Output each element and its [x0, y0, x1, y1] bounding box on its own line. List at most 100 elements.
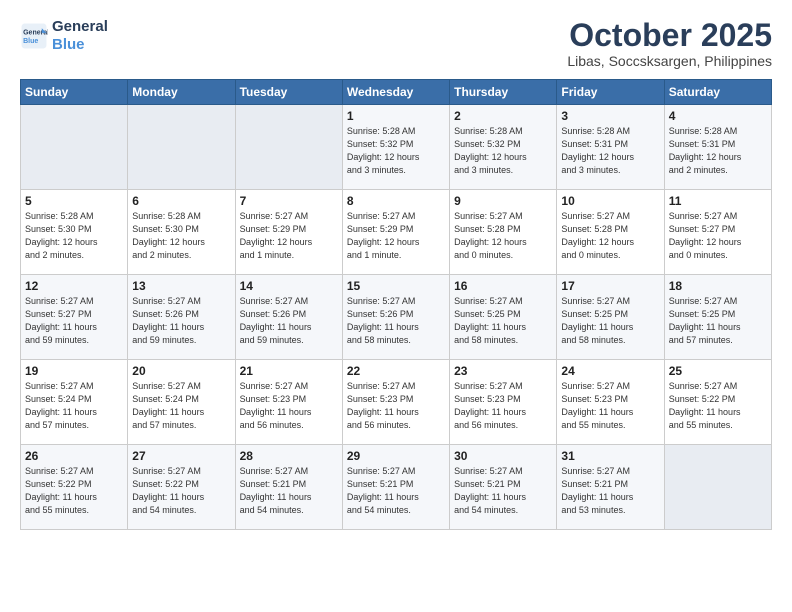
- day-number: 1: [347, 109, 445, 123]
- header-row: SundayMondayTuesdayWednesdayThursdayFrid…: [21, 80, 772, 105]
- calendar-cell: 4Sunrise: 5:28 AM Sunset: 5:31 PM Daylig…: [664, 105, 771, 190]
- day-number: 17: [561, 279, 659, 293]
- day-number: 3: [561, 109, 659, 123]
- header-cell-saturday: Saturday: [664, 80, 771, 105]
- day-number: 23: [454, 364, 552, 378]
- calendar-cell: 30Sunrise: 5:27 AM Sunset: 5:21 PM Dayli…: [450, 445, 557, 530]
- cell-info: Sunrise: 5:27 AM Sunset: 5:21 PM Dayligh…: [240, 465, 338, 517]
- header-cell-friday: Friday: [557, 80, 664, 105]
- svg-text:General: General: [23, 29, 48, 36]
- cell-info: Sunrise: 5:28 AM Sunset: 5:31 PM Dayligh…: [561, 125, 659, 177]
- calendar-cell: 18 Sunrise: 5:27 AM Sunset: 5:25 PM Dayli…: [664, 275, 771, 360]
- cell-info: Sunrise: 5:27 AM Sunset: 5:27 PM Dayligh…: [25, 295, 123, 347]
- location: Libas, Soccsksargen, Philippines: [567, 53, 772, 69]
- day-number: 28: [240, 449, 338, 463]
- cell-info: Sunrise: 5:27 AM Sunset: 5:29 PM Dayligh…: [240, 210, 338, 262]
- cell-info: Sunrise: 5:27 AM Sunset: 5:24 PM Dayligh…: [25, 380, 123, 432]
- day-number: 2: [454, 109, 552, 123]
- calendar-cell: 26 Sunrise: 5:27 AM Sunset: 5:22 PM Dayli…: [21, 445, 128, 530]
- day-number: 18: [669, 279, 767, 293]
- cell-info: Sunrise: 5:27 AM Sunset: 5:26 PM Dayligh…: [240, 295, 338, 347]
- cell-info: Sunrise: 5:27 AM Sunset: 5:23 PM Dayligh…: [240, 380, 338, 432]
- calendar-cell: 8 Sunrise: 5:27 AM Sunset: 5:29 PM Daylig…: [342, 190, 449, 275]
- day-number: 24: [561, 364, 659, 378]
- day-number: 12: [25, 279, 123, 293]
- header-cell-sunday: Sunday: [21, 80, 128, 105]
- day-number: 22: [347, 364, 445, 378]
- day-number: 14: [240, 279, 338, 293]
- week-row-0: 1 Sunrise: 5:28 AM Sunset: 5:32 PM Daylig…: [21, 105, 772, 190]
- cell-info: Sunrise: 5:28 AM Sunset: 5:30 PM Dayligh…: [25, 210, 123, 262]
- title-area: October 2025 Libas, Soccsksargen, Philip…: [567, 18, 772, 69]
- cell-info: Sunrise: 5:27 AM Sunset: 5:28 PM Dayligh…: [561, 210, 659, 262]
- calendar-cell: 25Sunrise: 5:27 AM Sunset: 5:22 PM Dayli…: [664, 360, 771, 445]
- cell-info: Sunrise: 5:27 AM Sunset: 5:27 PM Dayligh…: [669, 210, 767, 262]
- calendar-cell: 21Sunrise: 5:27 AM Sunset: 5:23 PM Dayli…: [235, 360, 342, 445]
- calendar-cell: 19 Sunrise: 5:27 AM Sunset: 5:24 PM Dayli…: [21, 360, 128, 445]
- week-row-4: 26 Sunrise: 5:27 AM Sunset: 5:22 PM Dayli…: [21, 445, 772, 530]
- calendar-cell: 15Sunrise: 5:27 AM Sunset: 5:26 PM Dayli…: [342, 275, 449, 360]
- header-cell-thursday: Thursday: [450, 80, 557, 105]
- calendar-cell: 23Sunrise: 5:27 AM Sunset: 5:23 PM Dayli…: [450, 360, 557, 445]
- week-row-2: 12 Sunrise: 5:27 AM Sunset: 5:27 PM Dayli…: [21, 275, 772, 360]
- cell-info: Sunrise: 5:28 AM Sunset: 5:32 PM Dayligh…: [454, 125, 552, 177]
- cell-info: Sunrise: 5:27 AM Sunset: 5:25 PM Dayligh…: [454, 295, 552, 347]
- day-number: 5: [25, 194, 123, 208]
- calendar-cell: 16 Sunrise: 5:27 AM Sunset: 5:25 PM Dayli…: [450, 275, 557, 360]
- calendar-cell: 6 Sunrise: 5:28 AM Sunset: 5:30 PM Daylig…: [128, 190, 235, 275]
- week-row-3: 19 Sunrise: 5:27 AM Sunset: 5:24 PM Dayli…: [21, 360, 772, 445]
- cell-info: Sunrise: 5:27 AM Sunset: 5:29 PM Dayligh…: [347, 210, 445, 262]
- calendar-cell: 1 Sunrise: 5:28 AM Sunset: 5:32 PM Daylig…: [342, 105, 449, 190]
- cell-info: Sunrise: 5:27 AM Sunset: 5:22 PM Dayligh…: [669, 380, 767, 432]
- day-number: 11: [669, 194, 767, 208]
- header-cell-wednesday: Wednesday: [342, 80, 449, 105]
- calendar-cell: 2 Sunrise: 5:28 AM Sunset: 5:32 PM Daylig…: [450, 105, 557, 190]
- day-number: 6: [132, 194, 230, 208]
- calendar-cell: 5 Sunrise: 5:28 AM Sunset: 5:30 PM Daylig…: [21, 190, 128, 275]
- logo-line2: Blue: [52, 36, 85, 53]
- logo-text: General Blue: [52, 18, 108, 54]
- day-number: 19: [25, 364, 123, 378]
- calendar-cell: 20Sunrise: 5:27 AM Sunset: 5:24 PM Dayli…: [128, 360, 235, 445]
- day-number: 31: [561, 449, 659, 463]
- month-title: October 2025: [567, 18, 772, 53]
- calendar-cell: 29Sunrise: 5:27 AM Sunset: 5:21 PM Dayli…: [342, 445, 449, 530]
- cell-info: Sunrise: 5:27 AM Sunset: 5:26 PM Dayligh…: [132, 295, 230, 347]
- day-number: 20: [132, 364, 230, 378]
- day-number: 26: [25, 449, 123, 463]
- calendar-cell: [664, 445, 771, 530]
- week-row-1: 5 Sunrise: 5:28 AM Sunset: 5:30 PM Daylig…: [21, 190, 772, 275]
- header-cell-monday: Monday: [128, 80, 235, 105]
- cell-info: Sunrise: 5:27 AM Sunset: 5:23 PM Dayligh…: [347, 380, 445, 432]
- header: General Blue General Blue October 2025 L…: [20, 18, 772, 69]
- calendar-cell: 22 Sunrise: 5:27 AM Sunset: 5:23 PM Dayli…: [342, 360, 449, 445]
- calendar-cell: 3 Sunrise: 5:28 AM Sunset: 5:31 PM Daylig…: [557, 105, 664, 190]
- calendar-cell: 9 Sunrise: 5:27 AM Sunset: 5:28 PM Daylig…: [450, 190, 557, 275]
- calendar-cell: 24 Sunrise: 5:27 AM Sunset: 5:23 PM Dayli…: [557, 360, 664, 445]
- calendar-cell: 17 Sunrise: 5:27 AM Sunset: 5:25 PM Dayli…: [557, 275, 664, 360]
- day-number: 10: [561, 194, 659, 208]
- cell-info: Sunrise: 5:27 AM Sunset: 5:25 PM Dayligh…: [669, 295, 767, 347]
- day-number: 27: [132, 449, 230, 463]
- page: General Blue General Blue October 2025 L…: [0, 0, 792, 612]
- logo-icon: General Blue: [20, 22, 48, 50]
- calendar-table: SundayMondayTuesdayWednesdayThursdayFrid…: [20, 79, 772, 530]
- cell-info: Sunrise: 5:27 AM Sunset: 5:22 PM Dayligh…: [25, 465, 123, 517]
- cell-info: Sunrise: 5:28 AM Sunset: 5:32 PM Dayligh…: [347, 125, 445, 177]
- cell-info: Sunrise: 5:27 AM Sunset: 5:28 PM Dayligh…: [454, 210, 552, 262]
- svg-text:Blue: Blue: [23, 38, 38, 45]
- cell-info: Sunrise: 5:27 AM Sunset: 5:25 PM Dayligh…: [561, 295, 659, 347]
- day-number: 8: [347, 194, 445, 208]
- calendar-cell: 7 Sunrise: 5:27 AM Sunset: 5:29 PM Daylig…: [235, 190, 342, 275]
- calendar-body: 1 Sunrise: 5:28 AM Sunset: 5:32 PM Daylig…: [21, 105, 772, 530]
- day-number: 13: [132, 279, 230, 293]
- day-number: 16: [454, 279, 552, 293]
- calendar-cell: [21, 105, 128, 190]
- cell-info: Sunrise: 5:28 AM Sunset: 5:30 PM Dayligh…: [132, 210, 230, 262]
- day-number: 9: [454, 194, 552, 208]
- logo: General Blue General Blue: [20, 18, 108, 54]
- cell-info: Sunrise: 5:27 AM Sunset: 5:23 PM Dayligh…: [561, 380, 659, 432]
- cell-info: Sunrise: 5:28 AM Sunset: 5:31 PM Dayligh…: [669, 125, 767, 177]
- calendar-cell: 31Sunrise: 5:27 AM Sunset: 5:21 PM Dayli…: [557, 445, 664, 530]
- day-number: 7: [240, 194, 338, 208]
